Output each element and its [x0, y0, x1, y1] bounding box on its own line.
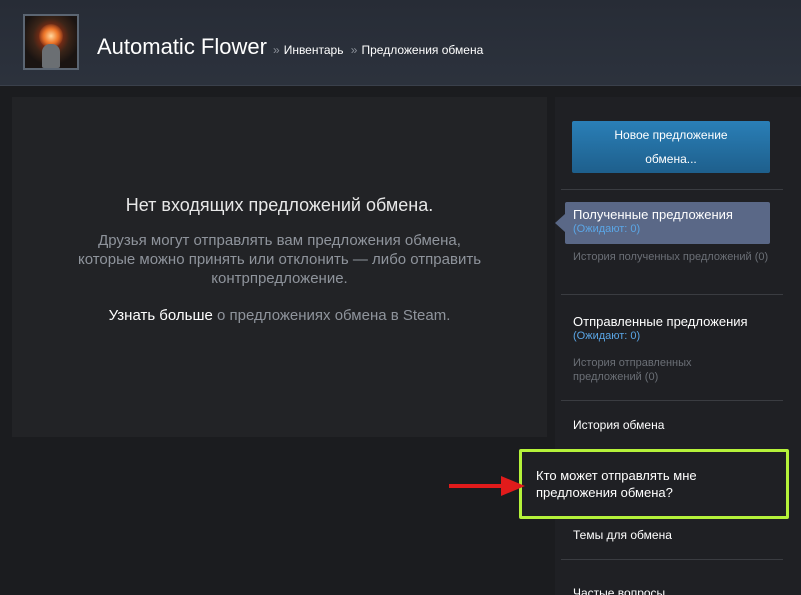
sidebar-item-who-can-send[interactable]: Кто может отправлять мне предложения обм…	[536, 467, 766, 501]
sidebar-divider	[561, 294, 783, 295]
sent-offers-pending: (Ожидают: 0)	[573, 330, 641, 342]
sidebar: Новое предложение обмена... Полученные п…	[555, 97, 801, 595]
learn-more-line: Узнать больше о предложениях обмена в St…	[12, 306, 547, 325]
learn-more-text: о предложениях обмена в Steam.	[212, 307, 451, 324]
avatar[interactable]	[23, 14, 79, 70]
learn-more-link[interactable]: Узнать больше	[109, 307, 213, 324]
avatar-figure	[42, 44, 60, 68]
sidebar-divider	[561, 400, 783, 401]
sidebar-item-trade-history[interactable]: История обмена	[573, 418, 783, 432]
profile-name[interactable]: Automatic Flower	[97, 35, 267, 59]
new-offer-label-line1: Новое предложение	[614, 128, 728, 142]
sidebar-item-trade-topics[interactable]: Темы для обмена	[573, 528, 783, 542]
breadcrumb: » Инвентарь » Предложения обмена	[269, 43, 483, 57]
received-offers-pending: (Ожидают: 0)	[573, 223, 641, 235]
received-offers-title: Полученные предложения	[573, 207, 733, 222]
main-panel: Нет входящих предложений обмена. Друзья …	[12, 97, 547, 437]
sidebar-item-sent-history[interactable]: История отправленных предложений (0)	[573, 356, 713, 384]
empty-state-title: Нет входящих предложений обмена.	[125, 195, 434, 215]
new-offer-label-line2: обмена...	[645, 152, 697, 166]
sidebar-item-received-offers[interactable]: Полученные предложения (Ожидают: 0)	[555, 202, 770, 244]
profile-header: Automatic Flower » Инвентарь » Предложения…	[0, 0, 801, 86]
breadcrumb-separator: »	[350, 43, 358, 57]
sidebar-item-received-history[interactable]: История полученных предложений (0)	[573, 250, 773, 264]
who-can-send-highlight[interactable]: Кто может отправлять мне предложения обм…	[519, 449, 789, 519]
sidebar-item-faq[interactable]: Частые вопросы	[573, 586, 783, 595]
breadcrumb-separator: »	[273, 43, 280, 57]
new-offer-button[interactable]: Новое предложение обмена...	[572, 121, 770, 173]
sidebar-item-sent-offers[interactable]: Отправленные предложения (Ожидают: 0)	[573, 314, 783, 343]
sent-offers-title: Отправленные предложения	[573, 314, 748, 329]
empty-state-description: Друзья могут отправлять вам предложения …	[77, 232, 482, 287]
sidebar-divider	[561, 559, 783, 560]
red-arrow-icon	[449, 476, 525, 496]
sidebar-divider	[561, 189, 783, 190]
breadcrumb-inventory[interactable]: Инвентарь	[284, 43, 344, 57]
breadcrumb-trade-offers[interactable]: Предложения обмена	[361, 43, 483, 57]
